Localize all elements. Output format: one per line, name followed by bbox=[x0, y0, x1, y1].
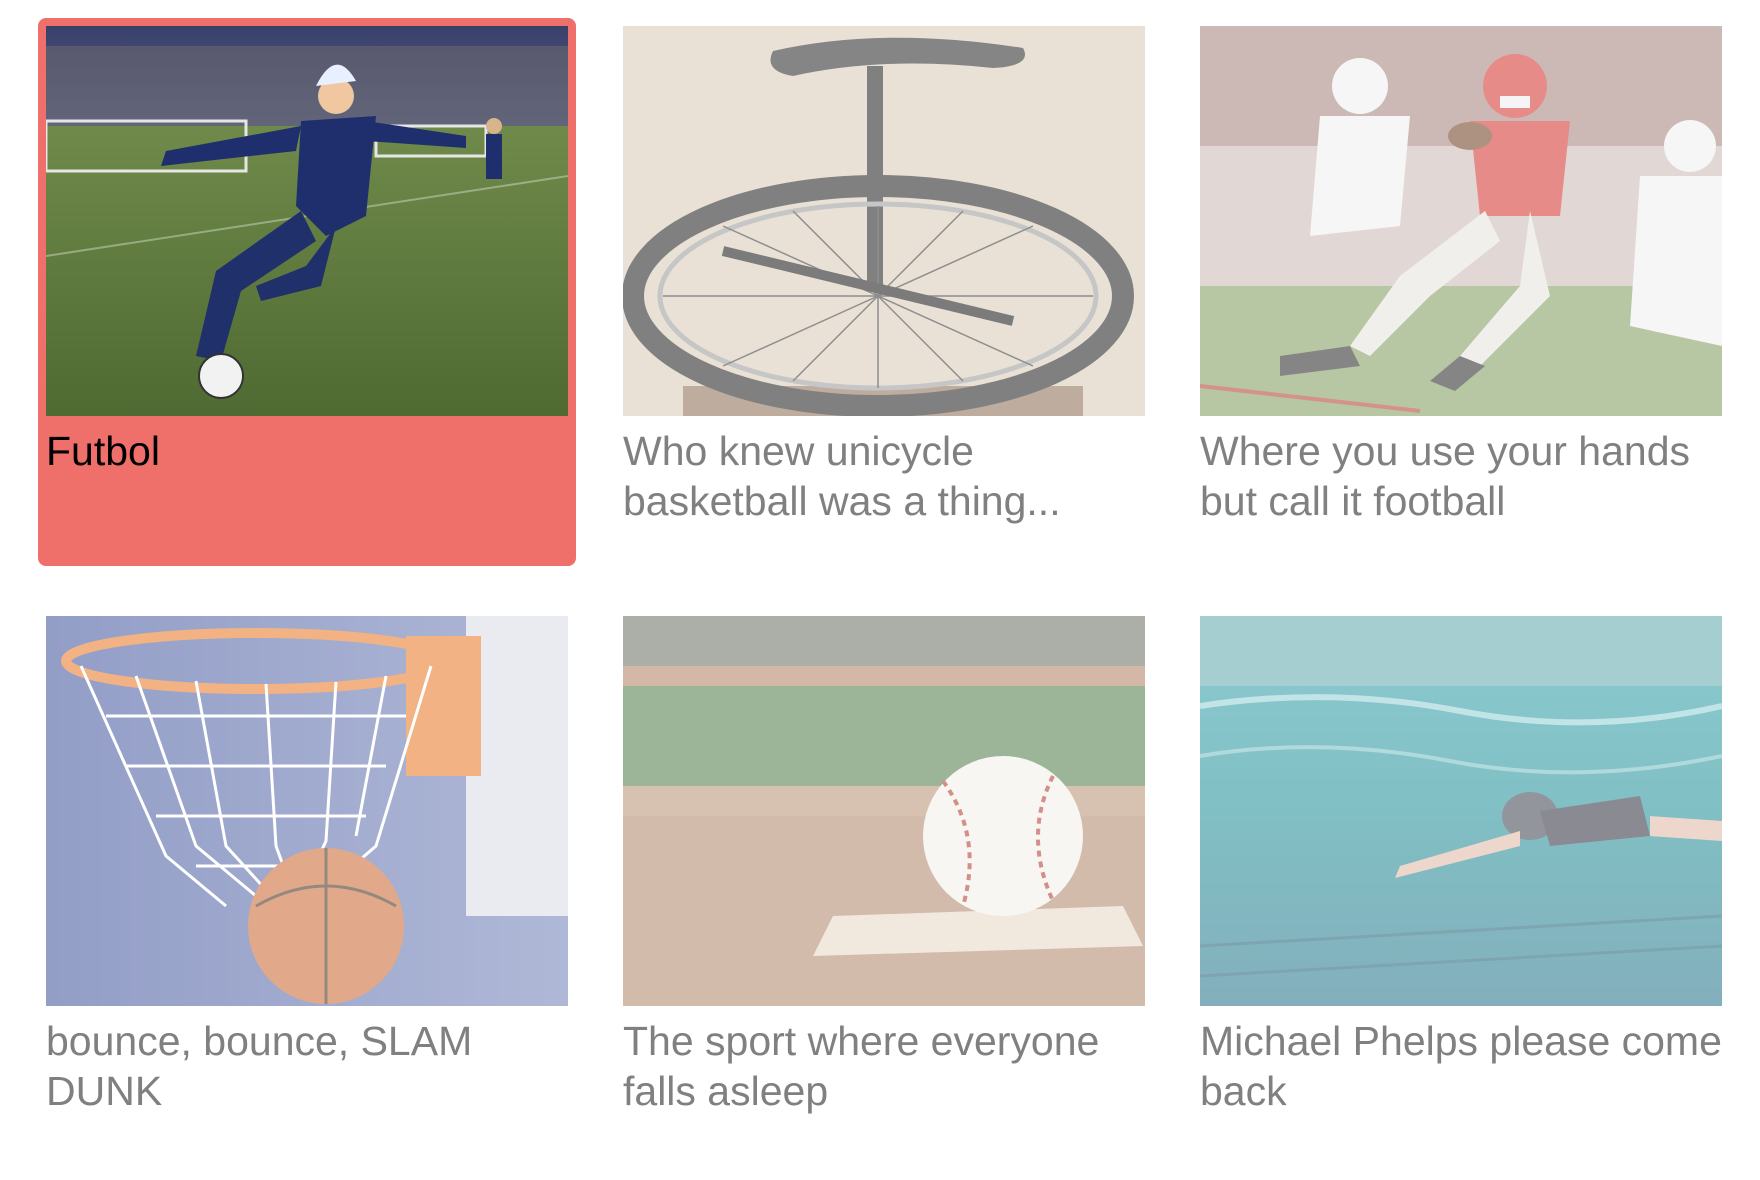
card-caption: Where you use your hands but call it foo… bbox=[1200, 428, 1690, 524]
card-swimming[interactable]: Michael Phelps please come back bbox=[1192, 608, 1730, 1156]
card-american-football[interactable]: Where you use your hands but call it foo… bbox=[1192, 18, 1730, 566]
baseball-image bbox=[623, 616, 1145, 1006]
unicycle-image bbox=[623, 26, 1145, 416]
card-caption: The sport where everyone falls asleep bbox=[623, 1018, 1100, 1114]
card-unicycle[interactable]: Who knew unicycle basketball was a thing… bbox=[615, 18, 1153, 566]
soccer-image bbox=[46, 26, 568, 416]
card-caption: Who knew unicycle basketball was a thing… bbox=[623, 428, 1061, 524]
card-futbol[interactable]: Futbol bbox=[38, 18, 576, 566]
card-caption: Futbol bbox=[46, 428, 160, 474]
card-caption: bounce, bounce, SLAM DUNK bbox=[46, 1018, 473, 1114]
card-basketball[interactable]: bounce, bounce, SLAM DUNK bbox=[38, 608, 576, 1156]
american-football-image bbox=[1200, 26, 1722, 416]
sports-card-grid: Futbol Who knew unicycle basketball was … bbox=[0, 0, 1760, 1180]
basketball-hoop-image bbox=[46, 616, 568, 1006]
card-caption: Michael Phelps please come back bbox=[1200, 1018, 1722, 1114]
card-baseball[interactable]: The sport where everyone falls asleep bbox=[615, 608, 1153, 1156]
swimmer-image bbox=[1200, 616, 1722, 1006]
